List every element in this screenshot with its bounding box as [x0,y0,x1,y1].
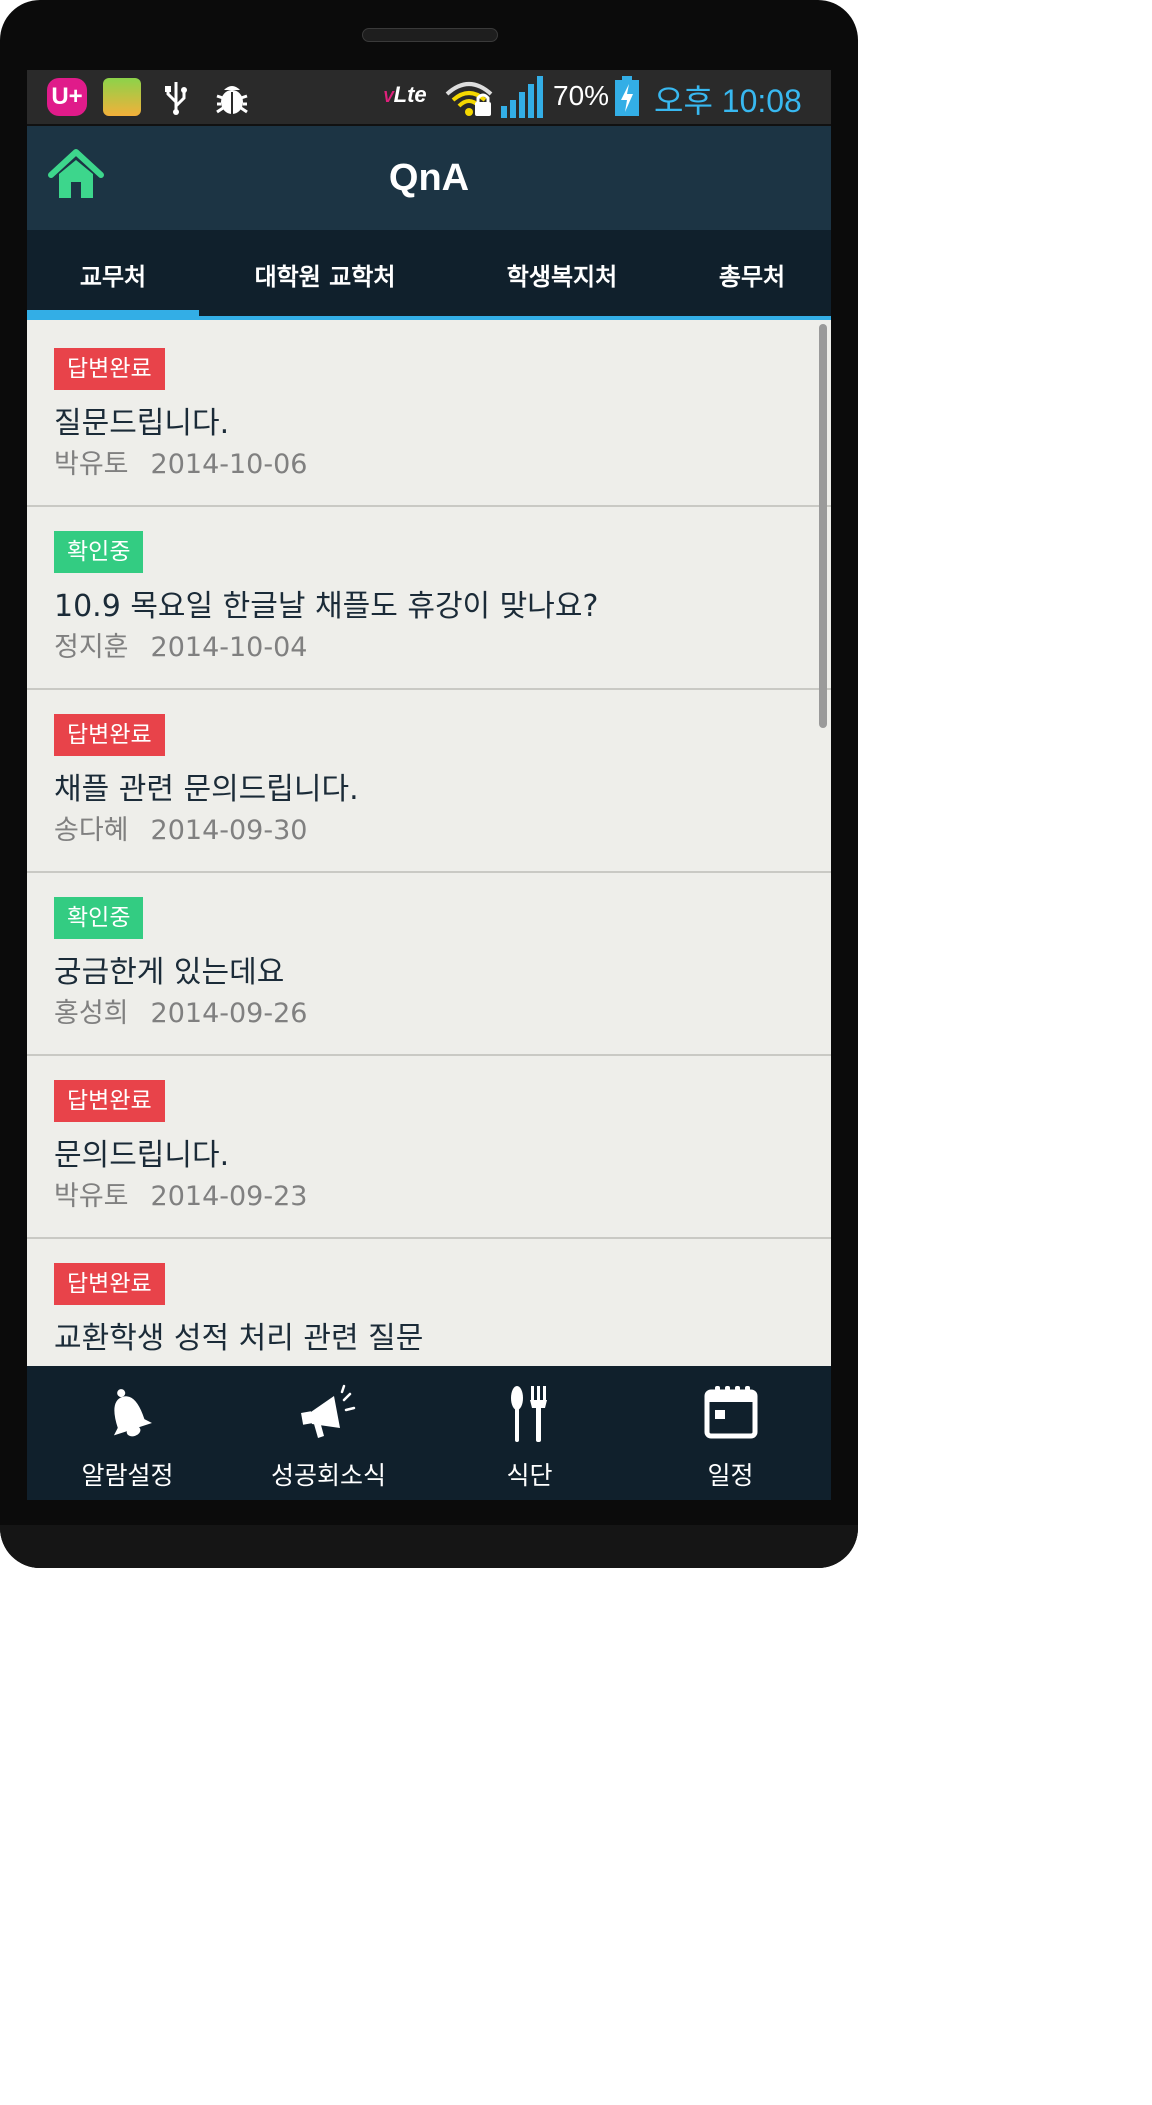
qna-list-item[interactable]: 답변완료 채플 관련 문의드립니다. 송다혜 2014-09-30 [27,688,831,873]
question-title: 교환학생 성적 처리 관련 질문 [54,1321,424,1356]
battery-charging-icon [615,76,639,116]
network-type: Lte [393,82,427,107]
volte-icon: VLte [383,82,427,107]
qna-list-item[interactable]: 확인중 궁금한게 있는데요 홍성희 2014-09-26 [27,871,831,1056]
phone-frame: U+ VLte 70% 오후 10:08 QnA 교무처 대학원 교학처 학생복… [0,0,858,1568]
status-badge: 답변완료 [54,1263,165,1305]
battery-percent: 70% [553,80,610,111]
nav-meal-menu[interactable]: 식단 [429,1366,630,1500]
tab-graduate-school[interactable]: 대학원 교학처 [199,230,451,320]
status-bar: U+ VLte 70% 오후 10:08 [27,70,831,126]
question-title: 질문드립니다. [54,406,230,441]
post-date: 2014-10-06 [150,449,308,480]
wifi-lock-icon [445,82,493,116]
page-title: QnA [388,157,470,199]
status-badge: 확인중 [54,531,144,573]
author-name: 송다혜 [54,815,129,846]
author-name: 홍성희 [54,998,129,1029]
tab-academic-affairs[interactable]: 교무처 [27,230,199,320]
question-meta: 정지훈 2014-10-04 [54,625,307,664]
qna-list-item[interactable]: 답변완료 질문드립니다. 박유토 2014-10-06 [27,322,831,507]
question-meta: 박유토 2014-10-06 [54,442,307,481]
status-badge: 답변완료 [54,714,165,756]
megaphone-icon [228,1384,429,1446]
qna-list-item[interactable]: 답변완료 문의드립니다. 박유토 2014-09-23 [27,1054,831,1239]
tab-indicator [27,310,199,320]
question-title: 문의드립니다. [54,1138,230,1173]
question-meta [54,1357,76,1366]
tab-student-welfare[interactable]: 학생복지처 [451,230,673,320]
bell-icon [27,1384,228,1446]
author-name: 박유토 [54,1181,129,1212]
utensils-icon [429,1384,630,1446]
nav-anglican-news[interactable]: 성공회소식 [228,1366,429,1500]
question-meta: 박유토 2014-09-23 [54,1174,307,1213]
status-badge: 확인중 [54,897,144,939]
qna-list-item[interactable]: 확인중 10.9 목요일 한글날 채플도 휴강이 맞나요? 정지훈 2014-10… [27,505,831,690]
app-bar: QnA [27,126,831,230]
bottom-bezel [0,1525,858,1568]
question-title: 10.9 목요일 한글날 채플도 휴강이 맞나요? [54,589,599,624]
list-scrollbar[interactable] [819,324,827,728]
home-icon[interactable] [47,148,105,202]
author-name: 박유토 [54,449,129,480]
calendar-icon [630,1384,831,1446]
qna-list-item[interactable]: 답변완료 교환학생 성적 처리 관련 질문 [27,1237,831,1366]
post-date: 2014-09-23 [150,1181,308,1212]
debug-bug-icon [216,86,248,114]
question-meta: 홍성희 2014-09-26 [54,991,307,1030]
nav-alarm-settings[interactable]: 알람설정 [27,1366,228,1500]
post-date: 2014-10-04 [150,632,308,663]
signal-icon [501,76,543,118]
post-date: 2014-09-26 [150,998,308,1029]
nav-schedule[interactable]: 일정 [630,1366,831,1500]
uplus-icon: U+ [47,78,87,116]
question-title: 채플 관련 문의드립니다. [54,772,359,807]
category-tabs: 교무처 대학원 교학처 학생복지처 총무처 [27,230,831,320]
bottom-navigation: 알람설정 성공회소식 식단 일정 [27,1366,831,1500]
author-name: 정지훈 [54,632,129,663]
tab-general-affairs[interactable]: 총무처 [673,230,831,320]
screen: U+ VLte 70% 오후 10:08 QnA 교무처 대학원 교학처 학생복… [27,70,831,1500]
nav-label: 알람설정 [81,1461,174,1490]
qna-list: 답변완료 질문드립니다. 박유토 2014-10-06 확인중 10.9 목요일 … [27,322,831,1366]
question-meta: 송다혜 2014-09-30 [54,808,307,847]
nav-label: 일정 [707,1461,754,1490]
nav-label: 식단 [506,1461,553,1490]
question-title: 궁금한게 있는데요 [54,955,285,990]
speaker-grille [362,28,498,42]
status-badge: 답변완료 [54,1080,165,1122]
clock: 오후 10:08 [654,83,802,119]
post-date: 2014-09-30 [150,815,308,846]
status-badge: 답변완료 [54,348,165,390]
usb-icon [165,82,187,115]
nav-label: 성공회소식 [270,1461,386,1490]
app-notification-icon [103,78,141,116]
